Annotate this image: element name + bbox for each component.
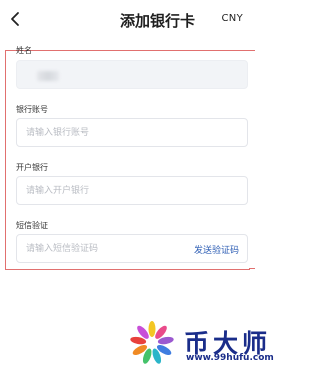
bank-field[interactable]: [16, 176, 248, 205]
redacted-name: [37, 71, 59, 81]
highlight-box: 姓名 银行账号 开户银行 短信验证 发送验证码: [5, 46, 250, 270]
account-field[interactable]: [16, 118, 248, 147]
watermark: 币大师 www.99hufu.com: [128, 320, 298, 366]
currency-selector[interactable]: CNY: [222, 13, 243, 24]
bank-input[interactable]: [26, 177, 186, 204]
bank-label: 开户银行: [16, 163, 48, 172]
flower-logo-icon: [130, 321, 174, 364]
sms-code-input[interactable]: [26, 235, 186, 262]
account-input[interactable]: [26, 119, 186, 146]
highlight-edge-top: [249, 50, 255, 51]
name-field[interactable]: [16, 60, 248, 89]
name-label: 姓名: [16, 46, 32, 55]
send-code-button[interactable]: 发送验证码: [194, 243, 239, 256]
account-label: 银行账号: [16, 105, 48, 114]
highlight-edge-bottom: [249, 268, 255, 269]
watermark-url: www.99hufu.com: [186, 353, 274, 363]
top-bar: 添加银行卡 CNY: [0, 0, 315, 40]
page-title: 添加银行卡: [119, 12, 195, 30]
sms-field[interactable]: 发送验证码: [16, 234, 248, 263]
sms-label: 短信验证: [16, 221, 48, 230]
